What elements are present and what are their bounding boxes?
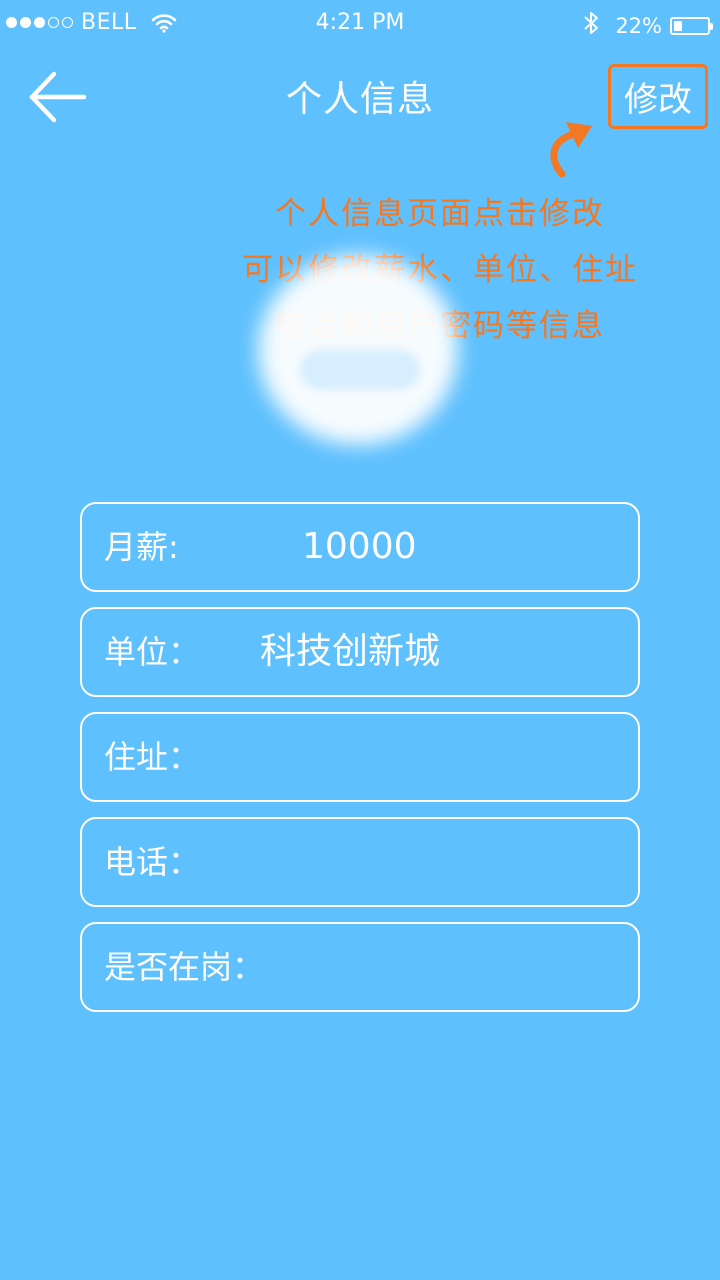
bluetooth-icon: [583, 10, 599, 41]
nav-bar: 个人信息 修改: [0, 48, 720, 144]
field-salary[interactable]: 月薪: 10000: [80, 502, 640, 592]
annotation-line-1: 个人信息页面点击修改: [275, 196, 605, 232]
field-address[interactable]: 住址：: [80, 712, 640, 802]
field-phone[interactable]: 电话：: [80, 817, 640, 907]
curved-arrow-icon: [540, 114, 600, 180]
battery-percent: 22%: [615, 13, 662, 38]
field-label: 是否在岗：: [104, 948, 265, 986]
status-bar: BELL 4:21 PM 22%: [0, 0, 720, 48]
field-label: 月薪:: [104, 528, 179, 566]
field-employer[interactable]: 单位： 科技创新城: [80, 607, 640, 697]
battery-level: [674, 20, 682, 31]
field-value: 科技创新城: [260, 631, 441, 672]
field-label: 单位：: [104, 633, 201, 671]
battery-icon: [670, 16, 713, 35]
edit-button[interactable]: 修改: [608, 64, 708, 129]
status-right: 22%: [583, 10, 713, 41]
field-label: 住址：: [104, 738, 201, 776]
annotation-line-2: 可以修改薪水、单位、住址: [242, 252, 638, 288]
avatar-placeholder-icon: [300, 350, 420, 390]
field-label: 电话：: [104, 843, 201, 881]
field-value: 10000: [302, 526, 417, 567]
field-employment-status[interactable]: 是否在岗：: [80, 922, 640, 1012]
